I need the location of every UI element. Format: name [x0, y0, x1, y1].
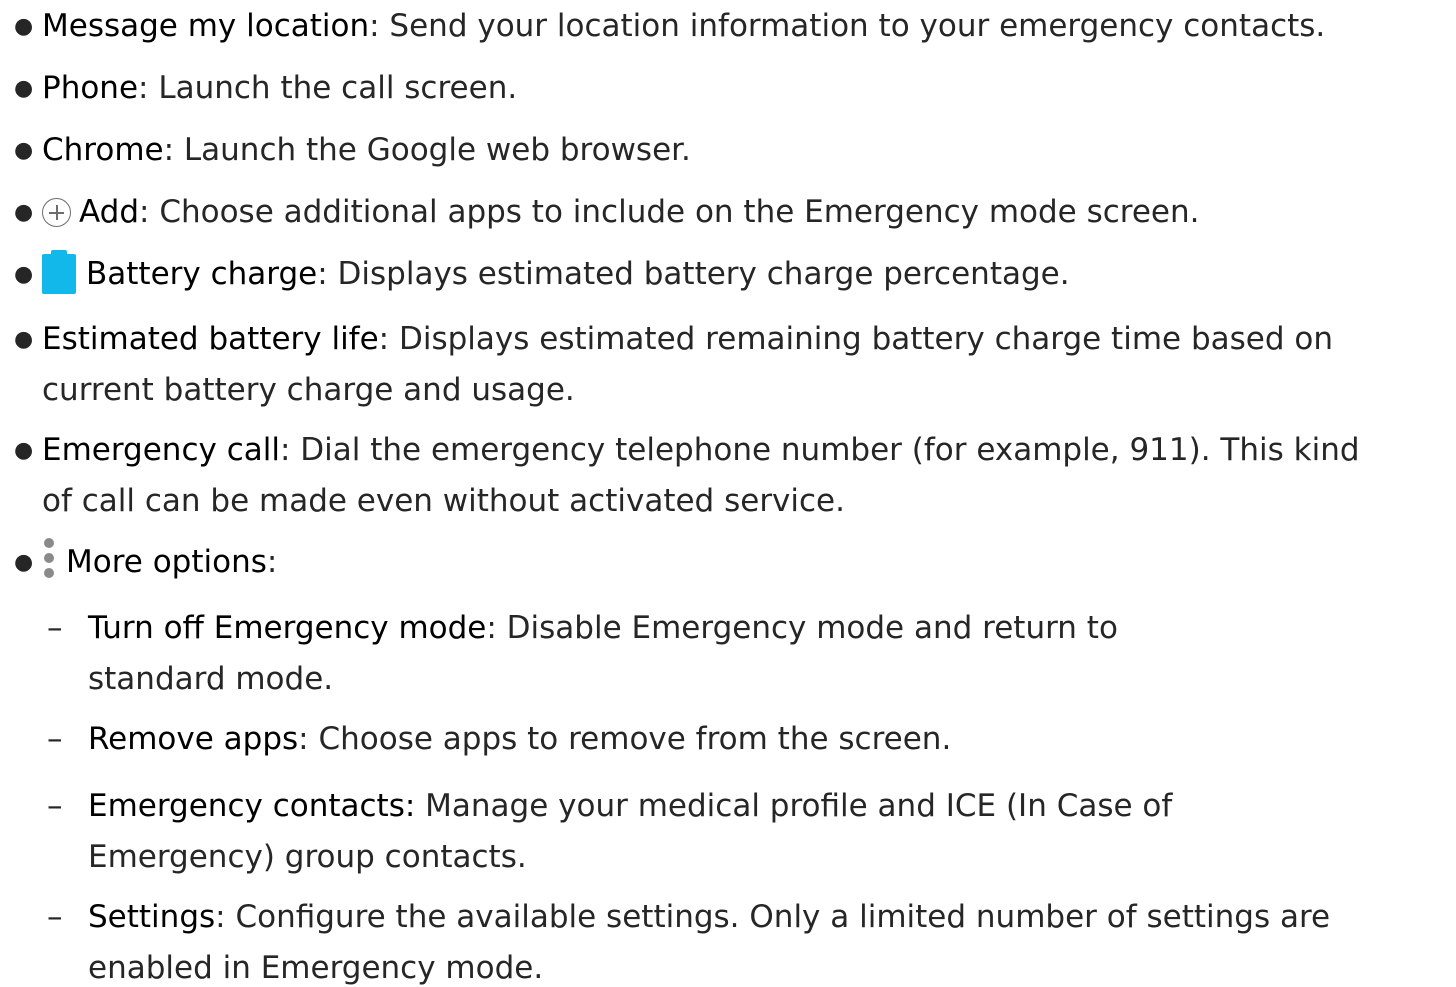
sub-item-emergency-contacts: – Emergency contacts: Manage your medica…	[47, 781, 1446, 883]
description: : Disable Emergency mode and return to	[486, 610, 1118, 646]
list-item-message-my-location: ● Message my location: Send your locatio…	[14, 1, 1446, 52]
term: Phone	[42, 70, 139, 106]
description: : Launch the Google web browser.	[163, 132, 691, 168]
dash: –	[47, 610, 63, 646]
sub-item-remove-apps: – Remove apps: Choose apps to remove fro…	[47, 714, 1446, 765]
description: : Configure the available settings. Only…	[215, 899, 1331, 935]
description-continued: Emergency) group contacts.	[88, 839, 527, 875]
bullet: ●	[14, 14, 34, 39]
description-continued: standard mode.	[88, 661, 334, 697]
term: Turn off Emergency mode	[88, 610, 487, 646]
description-continued: enabled in Emergency mode.	[88, 950, 544, 986]
dash: –	[47, 899, 63, 935]
description-continued: current battery charge and usage.	[42, 372, 575, 408]
list-item-add: ● Add: Choose additional apps to include…	[14, 187, 1446, 238]
term: Message my location	[42, 8, 370, 44]
description: : Displays estimated battery charge perc…	[317, 256, 1070, 292]
list-item-more-options: ● More options:	[14, 537, 1446, 588]
list-item-emergency-call: ● Emergency call: Dial the emergency tel…	[14, 425, 1446, 527]
list-item-phone: ● Phone: Launch the call screen.	[14, 63, 1446, 114]
description: Manage your medical profile and ICE (In …	[415, 788, 1173, 824]
list-item-battery-charge: ● Battery charge: Displays estimated bat…	[14, 249, 1446, 300]
bullet: ●	[14, 138, 34, 163]
list-item-chrome: ● Chrome: Launch the Google web browser.	[14, 125, 1446, 176]
description: :	[266, 544, 278, 580]
description-continued: of call can be made even without activat…	[42, 483, 845, 519]
description: : Send your location information to your…	[369, 8, 1326, 44]
bullet: ●	[14, 262, 34, 287]
description: : Launch the call screen.	[138, 70, 518, 106]
bullet: ●	[14, 438, 34, 463]
description: : Displays estimated remaining battery c…	[378, 321, 1333, 357]
dash: –	[47, 721, 63, 757]
battery-icon	[42, 250, 76, 294]
description: : Choose additional apps to include on t…	[139, 194, 1200, 230]
bullet: ●	[14, 327, 34, 352]
term: Emergency contacts:	[88, 788, 416, 824]
dash: –	[47, 788, 63, 824]
bullet: ●	[14, 76, 34, 101]
term: More options	[66, 544, 267, 580]
term: Chrome	[42, 132, 164, 168]
sub-item-turn-off-emergency-mode: – Turn off Emergency mode: Disable Emerg…	[47, 603, 1446, 705]
plus-circle-icon	[42, 198, 71, 227]
term: Remove apps	[88, 721, 299, 757]
term: Battery charge	[86, 256, 318, 292]
term: Emergency call	[42, 432, 280, 468]
description: : Choose apps to remove from the screen.	[298, 721, 952, 757]
bullet: ●	[14, 550, 34, 575]
term: Settings	[88, 899, 216, 935]
term: Estimated battery life	[42, 321, 379, 357]
bullet: ●	[14, 200, 34, 225]
list-item-estimated-battery-life: ● Estimated battery life: Displays estim…	[14, 314, 1446, 416]
sub-item-settings: – Settings: Configure the available sett…	[47, 892, 1446, 987]
term: Add	[79, 194, 140, 230]
description: : Dial the emergency telephone number (f…	[279, 432, 1360, 468]
more-options-icon	[42, 538, 56, 578]
